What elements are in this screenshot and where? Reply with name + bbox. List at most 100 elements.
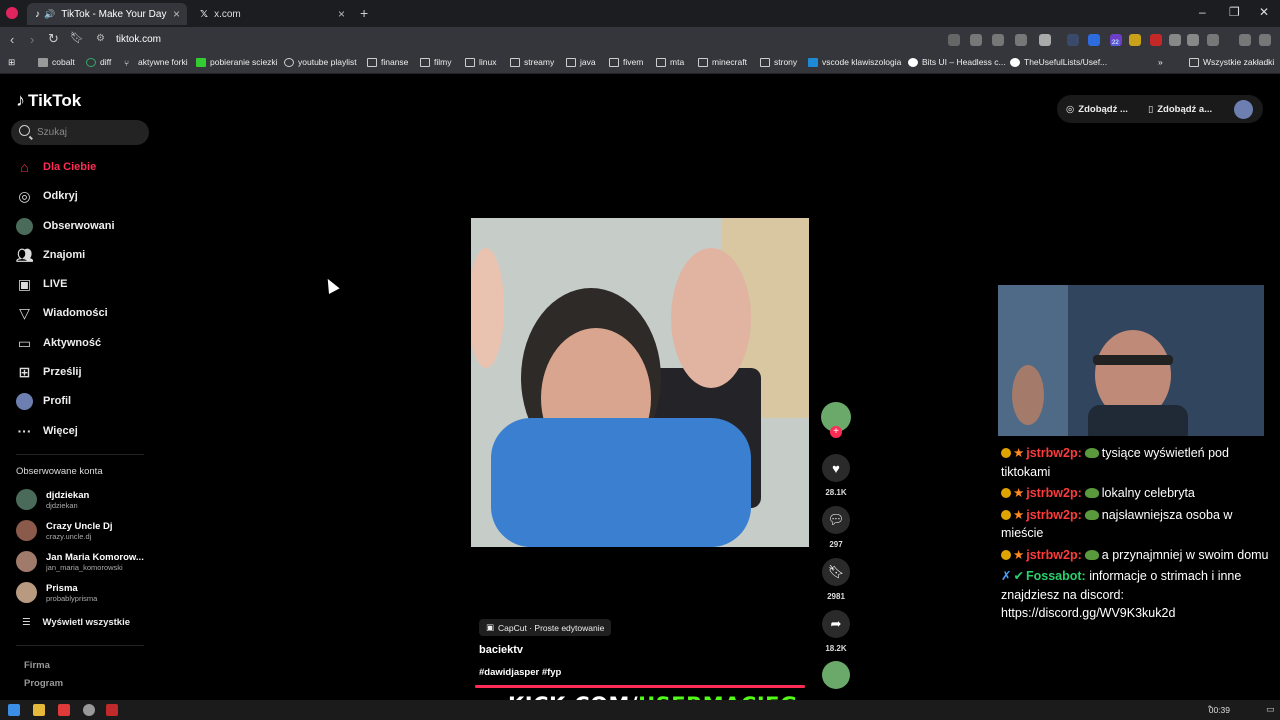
nav-activity[interactable]: ▭ Aktywność	[16, 334, 101, 352]
reload-icon[interactable]: ↻	[48, 31, 59, 47]
translate-icon[interactable]	[970, 34, 982, 46]
followed-account[interactable]: Prisma probablyprisma	[16, 582, 97, 603]
save-button[interactable]: 🔖︎ 2981	[820, 558, 852, 601]
bookmark-icon[interactable]: 🔖︎	[70, 31, 84, 44]
profile-avatar-icon	[16, 392, 33, 410]
capcut-badge[interactable]: ▣ CapCut · Proste edytowanie	[479, 619, 612, 636]
nav-more[interactable]: ··· Więcej	[16, 422, 78, 440]
bookmark-item[interactable]: ⑂ aktywne forki	[124, 57, 188, 68]
nav-for-you[interactable]: ⌂ Dla Ciebie	[16, 158, 96, 176]
sound-avatar[interactable]	[820, 661, 852, 689]
bookmark-item[interactable]: vscode klawiszologia	[808, 57, 901, 67]
file-explorer-icon[interactable]	[33, 704, 45, 716]
video-author[interactable]: baciektv	[479, 644, 523, 656]
url-field[interactable]: ⚙ tiktok.com	[94, 30, 934, 49]
comment-count: 297	[829, 540, 843, 549]
minimize-icon[interactable]: –	[1199, 5, 1206, 19]
back-icon[interactable]: ‹	[10, 32, 14, 47]
browser-logo-icon[interactable]	[6, 7, 18, 19]
nav-messages[interactable]: ▽ Wiadomości	[16, 304, 108, 322]
video-hashtags[interactable]: #dawidjasper #fyp	[479, 667, 561, 678]
bookmark-item[interactable]: Bits UI – Headless c...	[908, 57, 1006, 67]
share-count: 18.2K	[825, 644, 847, 653]
bookmark-folder[interactable]: linux	[465, 57, 496, 67]
windows-start-icon[interactable]	[8, 704, 20, 716]
share-button[interactable]: ➦ 18.2K	[820, 610, 852, 653]
bookmark-item[interactable]: TheUsefulLists/Usef...	[1010, 57, 1107, 67]
bookmark-folder[interactable]: java	[566, 57, 596, 67]
close-window-icon[interactable]: ✕	[1259, 5, 1269, 19]
shield-icon[interactable]	[1039, 34, 1051, 46]
extension-icon[interactable]	[948, 34, 960, 46]
new-tab-button[interactable]: +	[360, 5, 368, 21]
tiktok-logo[interactable]: ♪ TikTok	[16, 90, 81, 111]
bookmark-folder[interactable]: streamy	[510, 57, 554, 67]
user-avatar[interactable]	[1234, 99, 1253, 119]
like-button[interactable]: ♥ 28.1K	[820, 454, 852, 497]
nav-profile[interactable]: Profil	[16, 392, 71, 410]
button-label: Zdobądź a...	[1157, 103, 1213, 115]
comment-button[interactable]: 💬︎ 297	[820, 506, 852, 549]
close-icon[interactable]: ×	[173, 7, 180, 21]
bookmark-folder[interactable]: minecraft	[698, 57, 747, 67]
extension-icon[interactable]	[1150, 34, 1162, 46]
followed-account[interactable]: djdziekan djdziekan	[16, 489, 89, 510]
forward-icon[interactable]: ›	[30, 32, 34, 47]
footer-link[interactable]: Firma	[24, 660, 50, 671]
browser-taskbar-icon[interactable]	[58, 704, 70, 716]
apps-icon[interactable]: ⊞	[8, 57, 15, 68]
close-icon[interactable]: ×	[338, 7, 345, 21]
followed-account[interactable]: Jan Maria Komorow... jan_maria_komorowski	[16, 551, 144, 572]
share-icon[interactable]	[1015, 34, 1027, 46]
creator-avatar[interactable]: +	[820, 402, 852, 438]
nav-upload[interactable]: ⊞ Prześlij	[16, 363, 82, 381]
extension-icon[interactable]	[1169, 34, 1181, 46]
site-settings-icon[interactable]: ⚙	[96, 33, 105, 44]
bookmark-folder[interactable]: Wszystkie zakładki	[1189, 57, 1274, 67]
get-app-button[interactable]: ▯ Zdobądź a...	[1148, 104, 1212, 115]
puzzle-icon[interactable]	[1207, 34, 1219, 46]
bookmark-folder[interactable]: strony	[760, 57, 797, 67]
bookmark-item[interactable]: cobalt	[38, 57, 75, 67]
bookmark-folder[interactable]: mta	[656, 57, 684, 67]
playlist-icon[interactable]	[1239, 34, 1251, 46]
bookmark-item[interactable]: diff	[86, 57, 111, 67]
account-name: Prisma	[46, 582, 78, 594]
activity-icon: ▭	[17, 334, 32, 351]
extension-icon[interactable]	[1067, 34, 1079, 46]
star-icon: ★	[1013, 486, 1025, 500]
speaker-icon[interactable]: 🔊	[44, 9, 55, 20]
bookmark-item[interactable]: pobieranie sciezki	[196, 57, 278, 67]
search-input[interactable]: Szukaj	[11, 120, 149, 145]
extension-icon[interactable]	[1129, 34, 1141, 46]
video-progress-bar[interactable]	[475, 685, 805, 688]
taskbar-clock[interactable]: 00:39	[1209, 705, 1230, 715]
followed-account[interactable]: Crazy Uncle Dj crazy.uncle.dj	[16, 520, 113, 541]
tab-title: TikTok - Make Your Day	[61, 8, 167, 20]
nav-friends[interactable]: 👥︎ Znajomi	[16, 246, 86, 264]
bookmark-folder[interactable]: filmy	[420, 57, 451, 67]
extension-icon[interactable]	[1088, 34, 1100, 46]
app-taskbar-icon[interactable]	[83, 704, 95, 716]
bookmark-folder[interactable]: fivem	[609, 57, 643, 67]
notification-icon[interactable]: ▭	[1266, 704, 1275, 715]
see-all-button[interactable]: ☰ Wyświetl wszystkie	[22, 617, 130, 628]
video-player[interactable]	[471, 218, 809, 547]
tab-tiktok[interactable]: ♪ 🔊 TikTok - Make Your Day ×	[27, 3, 187, 25]
bookmark-folder[interactable]: finanse	[367, 57, 408, 67]
screen-icon[interactable]	[992, 34, 1004, 46]
nav-live[interactable]: ▣ LIVE	[16, 275, 68, 293]
bookmark-item[interactable]: youtube playlist	[284, 57, 357, 67]
get-coins-button[interactable]: ◎ Zdobądź ...	[1066, 104, 1128, 115]
more-bookmarks-icon[interactable]: »	[1158, 57, 1163, 67]
restore-icon[interactable]: ❐	[1229, 5, 1240, 19]
twitch-extension-icon[interactable]: 22	[1110, 34, 1122, 46]
footer-link[interactable]: Program	[24, 678, 63, 689]
nav-explore[interactable]: ◎ Odkryj	[16, 187, 77, 205]
extension-icon[interactable]	[1187, 34, 1199, 46]
nav-following[interactable]: Obserwowani	[16, 217, 115, 235]
follow-plus-icon[interactable]: +	[830, 426, 842, 438]
menu-icon[interactable]	[1259, 34, 1271, 46]
tab-x[interactable]: 𝕏 x.com ×	[192, 3, 352, 25]
app-taskbar-icon[interactable]	[106, 704, 118, 716]
